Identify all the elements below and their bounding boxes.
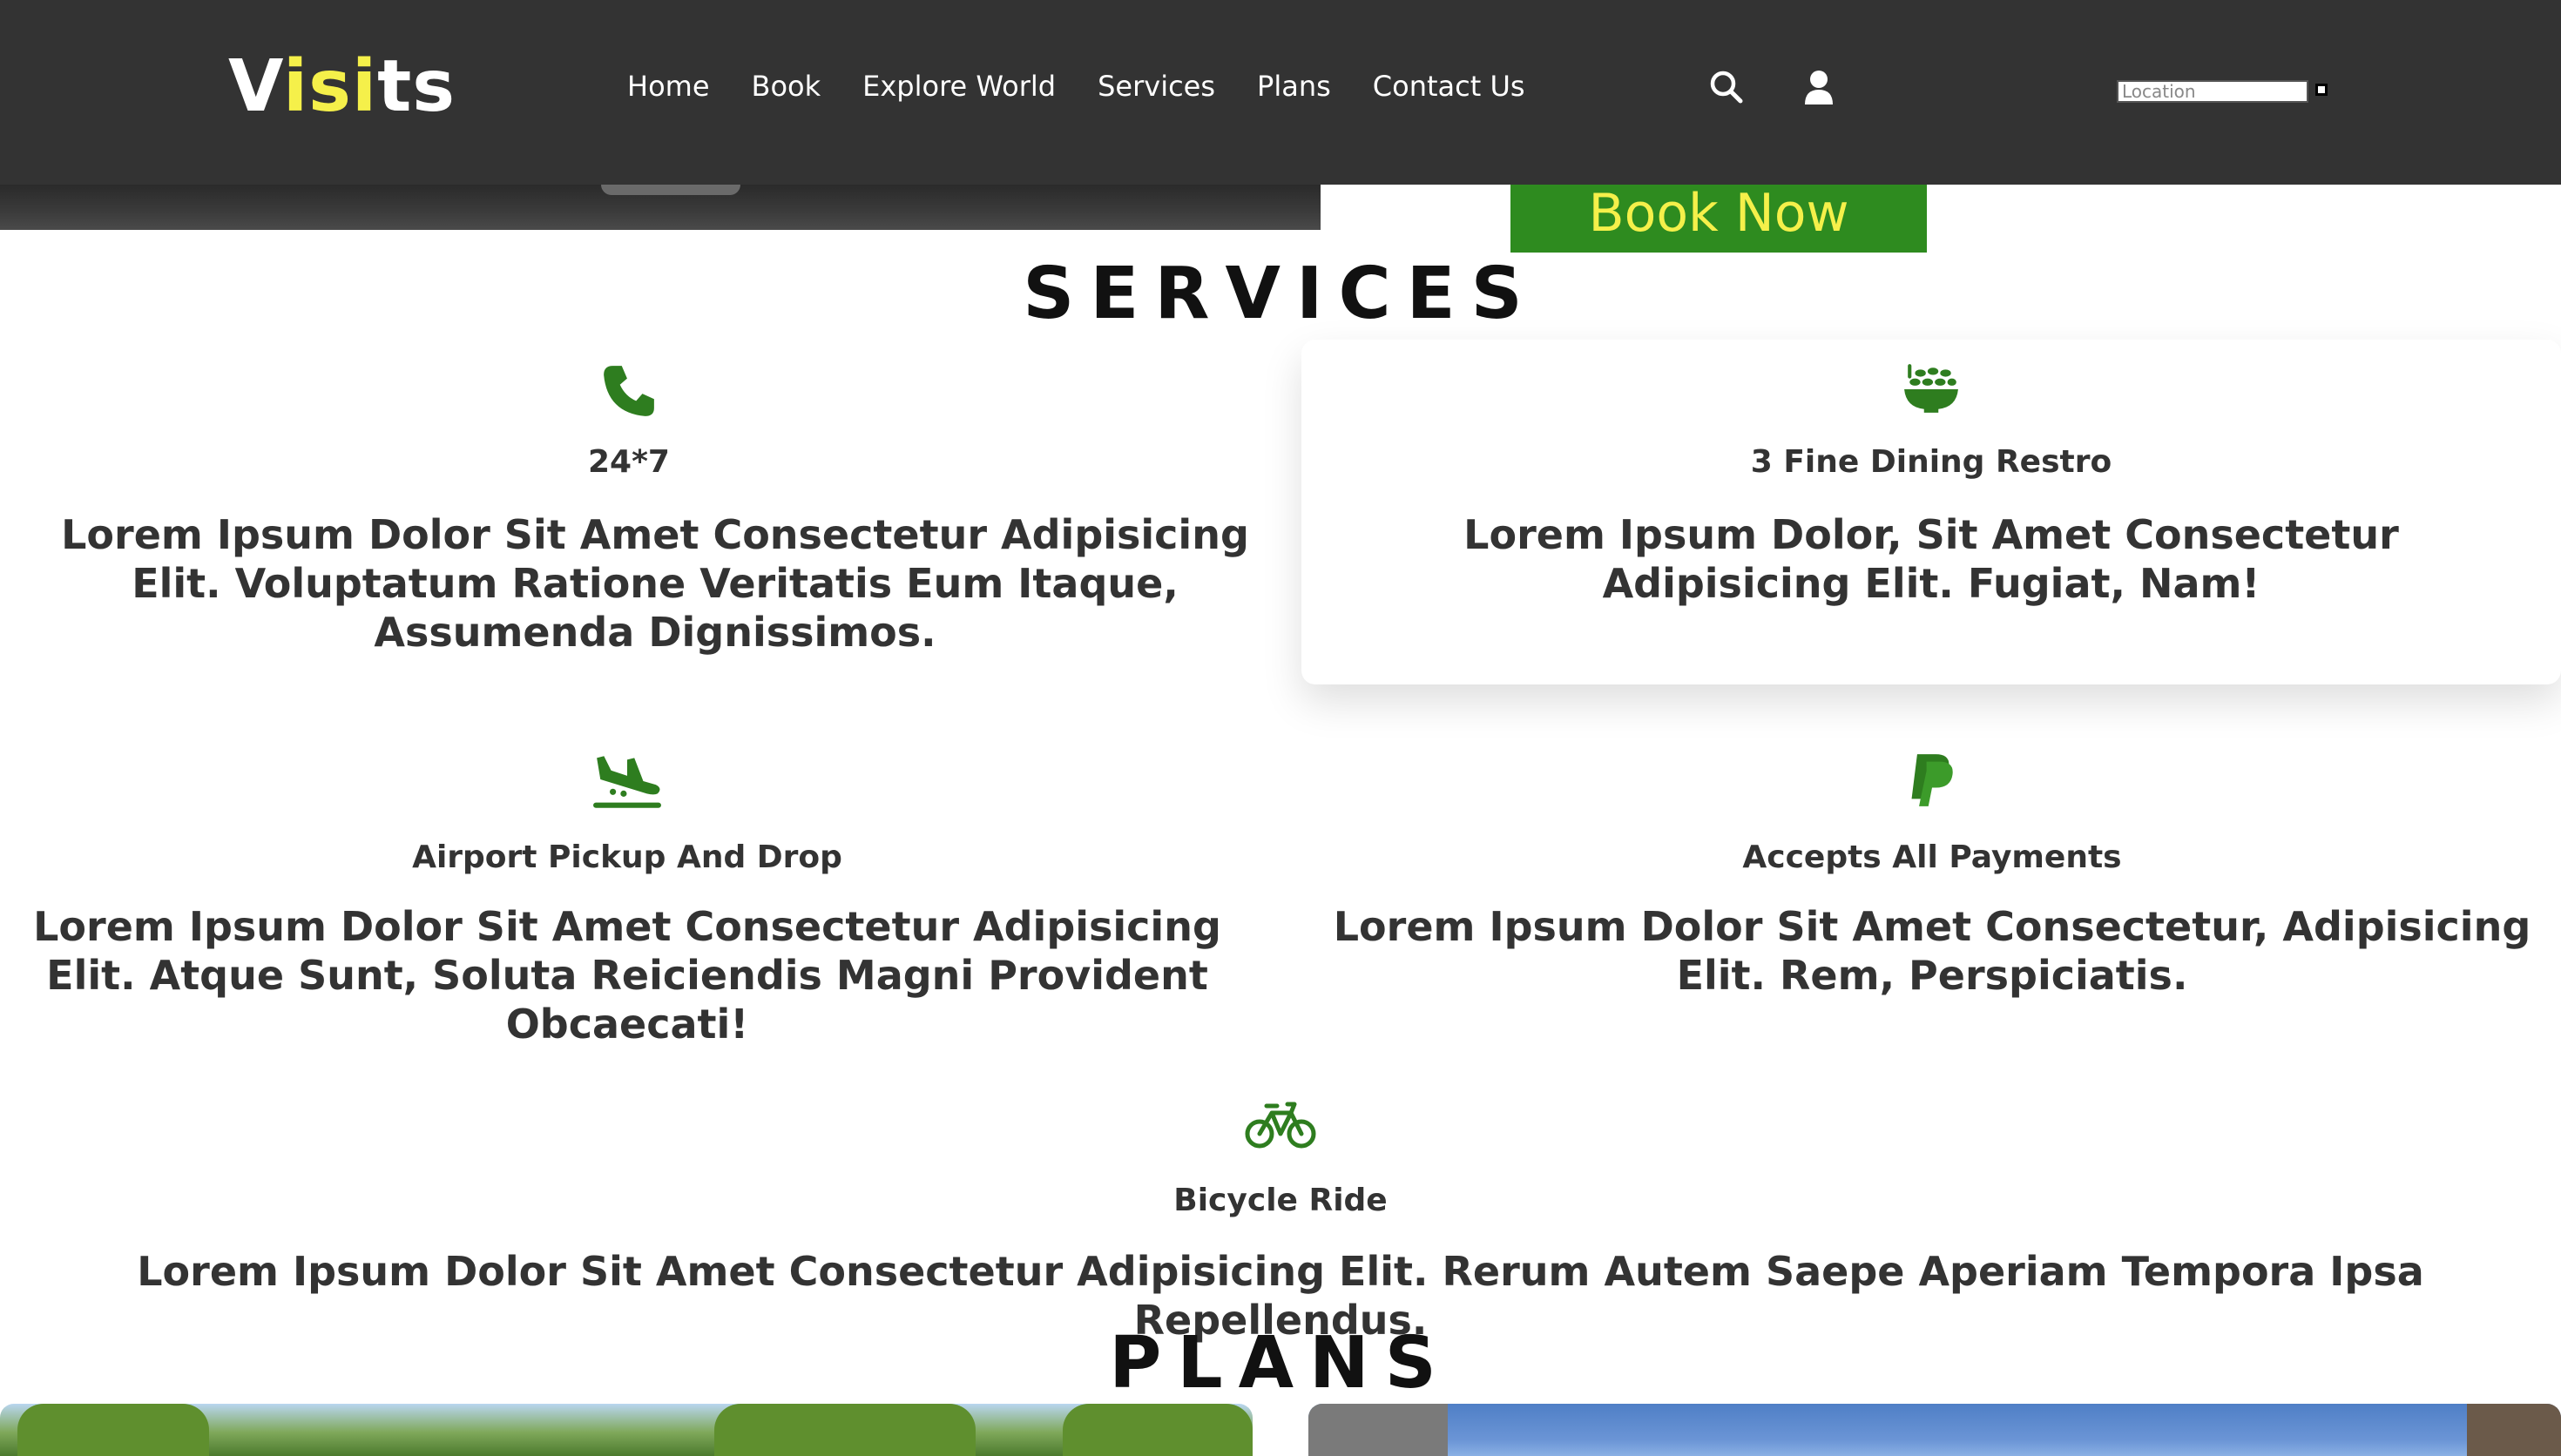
service-description: Lorem Ipsum Dolor Sit Amet Consectetur A… (33, 903, 1221, 1048)
user-icon[interactable] (1800, 68, 1838, 106)
service-description: Lorem Ipsum Dolor Sit Amet Consectetur, … (1333, 903, 2531, 999)
nav-link-services[interactable]: Services (1098, 70, 1215, 103)
service-card-bicycle: Bicycle Ride Lorem Ipsum Dolor Sit Amet … (0, 1085, 2561, 1344)
plans-heading: PLANS (1109, 1322, 1452, 1405)
phone-icon (604, 366, 654, 416)
services-heading: SERVICES (1023, 253, 1538, 335)
location-input[interactable] (2117, 80, 2308, 103)
nav-link-contact-us[interactable]: Contact Us (1373, 70, 1525, 103)
logo-first-letter: V (228, 45, 284, 128)
nav-link-home[interactable]: Home (627, 70, 710, 103)
service-card-247: 24*7 Lorem Ipsum Dolor Sit Amet Consecte… (0, 340, 1258, 688)
service-title: 3 Fine Dining Restro (1750, 444, 2112, 480)
location-checkbox[interactable] (2315, 84, 2328, 96)
main-nav: Home Book Explore World Services Plans C… (627, 70, 1567, 103)
dining-bowl-icon (1904, 364, 1958, 413)
logo-last-letters: ts (377, 45, 456, 128)
search-icon[interactable] (1707, 68, 1746, 106)
nav-link-plans[interactable]: Plans (1257, 70, 1331, 103)
service-card-dining: 3 Fine Dining Restro Lorem Ipsum Dolor, … (1301, 340, 2561, 684)
service-title: Accepts All Payments (1742, 839, 2122, 875)
hero-image-edge (0, 185, 1321, 230)
hero-image-detail (601, 185, 740, 195)
service-card-payments: Accepts All Payments Lorem Ipsum Dolor S… (1303, 731, 2561, 1019)
service-title: Bicycle Ride (1173, 1183, 1388, 1218)
service-card-airport: Airport Pickup And Drop Lorem Ipsum Dolo… (0, 731, 1254, 1048)
paypal-icon (1911, 754, 1953, 806)
service-title: Airport Pickup And Drop (412, 839, 842, 875)
navbar: Visits Home Book Explore World Services … (0, 0, 2561, 185)
nav-link-explore-world[interactable]: Explore World (862, 70, 1056, 103)
nav-link-book[interactable]: Book (752, 70, 821, 103)
book-now-button[interactable]: Book Now (1510, 174, 1927, 253)
service-description: Lorem Ipsum Dolor, Sit Amet Consectetur … (1463, 511, 2399, 607)
logo-highlight: isi (283, 45, 378, 128)
service-title: 24*7 (588, 444, 670, 480)
plan-image-garden[interactable] (0, 1404, 1253, 1456)
bicycle-icon (1245, 1102, 1316, 1149)
plane-arrival-icon (593, 756, 661, 808)
site-logo[interactable]: Visits (228, 45, 456, 128)
plan-image-city[interactable] (1308, 1404, 2561, 1456)
service-description: Lorem Ipsum Dolor Sit Amet Consectetur A… (61, 511, 1249, 656)
